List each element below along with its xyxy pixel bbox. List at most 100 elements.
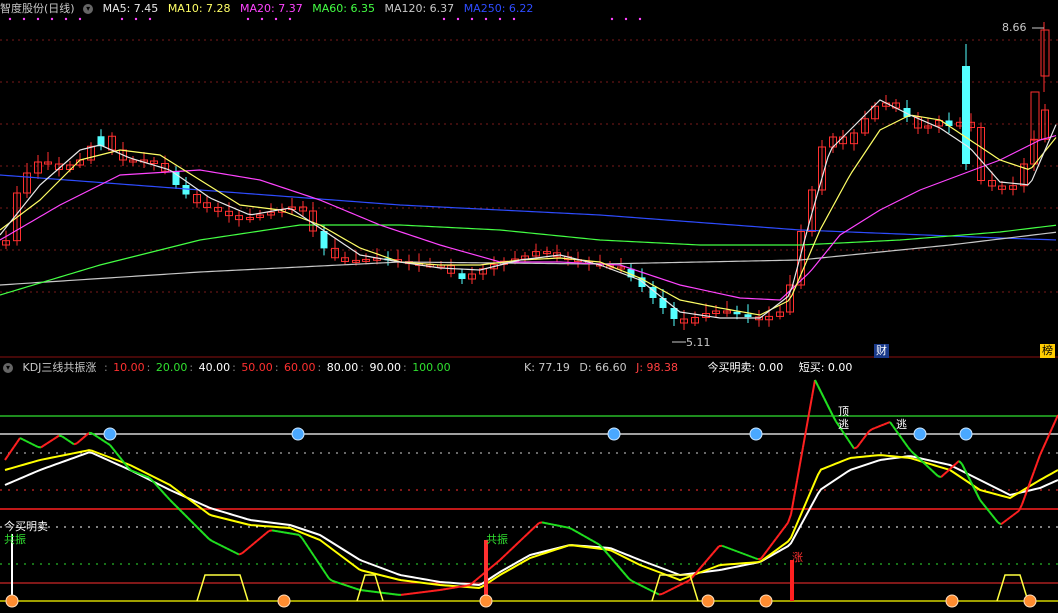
j-line (898, 434, 903, 440)
j-line (463, 584, 468, 587)
j-line (532, 525, 537, 530)
j-line (604, 550, 609, 555)
j-line (169, 499, 174, 504)
signal-dot (498, 17, 502, 21)
j-line (16, 437, 21, 443)
blue-signal-ball (291, 427, 305, 441)
j-line (844, 434, 849, 441)
escape-label-2: 逃 (896, 418, 907, 431)
j-line (289, 532, 294, 535)
j-line (493, 561, 498, 566)
j-line (697, 566, 702, 572)
rise-label: 涨 (792, 551, 803, 564)
collapse-icon[interactable]: ▾ (83, 4, 94, 14)
j-line (700, 563, 705, 568)
blue-signal-ball (607, 427, 621, 441)
j-line (331, 579, 336, 583)
signal-dot (512, 17, 516, 21)
j-line (871, 427, 876, 431)
j-line (1033, 462, 1038, 472)
j-line (256, 537, 261, 542)
j-line (94, 434, 99, 439)
j-line (667, 588, 672, 592)
chart-canvas[interactable] (0, 0, 1058, 613)
orange-signal-ball (5, 594, 19, 608)
j-line (1030, 471, 1035, 481)
j-line (499, 556, 504, 561)
j-line (673, 585, 678, 589)
buy-sell-value: 今买明卖: 0.00 (707, 361, 784, 374)
j-line (52, 436, 57, 441)
j-line (211, 540, 216, 544)
j-line (253, 540, 258, 545)
j-line (268, 529, 273, 532)
j-line (889, 421, 894, 427)
j-line (703, 559, 708, 565)
j-line (883, 422, 888, 426)
j-line (448, 587, 453, 590)
j-line (232, 550, 237, 554)
j-line (283, 531, 288, 534)
kdj-title[interactable]: KDJ三线共振涨 (23, 361, 97, 374)
j-line (751, 556, 756, 560)
j-line (961, 463, 966, 471)
j-line (784, 522, 789, 528)
j-line (235, 552, 240, 556)
j-line (73, 442, 78, 446)
candle-body (945, 120, 953, 126)
j-line (4, 455, 9, 461)
ma20-line (0, 134, 1057, 301)
signal-dot (78, 17, 82, 21)
j-line (760, 554, 765, 560)
j-line (205, 535, 210, 540)
j-line (286, 531, 291, 535)
j-line (307, 546, 312, 553)
rise-bar (790, 560, 794, 601)
j-line (709, 552, 714, 558)
j-line (82, 434, 87, 439)
j-line (610, 557, 615, 562)
orange-signal-ball (759, 594, 773, 608)
j-line (817, 385, 822, 393)
j-line (112, 448, 117, 454)
stock-title[interactable]: 智度股份(日线) (0, 2, 75, 15)
j-line (853, 446, 858, 450)
signal-dot (260, 17, 264, 21)
collapse-icon[interactable]: ▾ (3, 363, 13, 373)
j-line (607, 553, 612, 559)
j-line (487, 566, 492, 571)
j-line (808, 396, 813, 414)
j-line (187, 517, 192, 522)
j-line (541, 521, 546, 524)
price-low-label: 5.11 (686, 336, 711, 349)
j-line (64, 437, 69, 442)
candle-body (320, 231, 328, 249)
j-line (748, 554, 753, 558)
j-line (271, 529, 276, 532)
j-line (556, 524, 561, 527)
j-line (565, 526, 570, 529)
ranking-badge[interactable]: 榜 (1040, 344, 1055, 358)
j-line (796, 463, 801, 481)
j-line (28, 441, 33, 445)
j-line (502, 553, 507, 558)
j-line (562, 525, 567, 529)
j-line (220, 544, 225, 548)
j-line (136, 471, 141, 475)
j-line (301, 537, 306, 544)
ma10-line (0, 114, 1057, 316)
j-line (184, 514, 189, 519)
signal-dot (456, 17, 460, 21)
j-line (103, 440, 108, 444)
finance-badge[interactable]: 财 (874, 344, 889, 358)
j-line (106, 442, 111, 446)
candle-body (659, 298, 667, 308)
signal-trapezoid (996, 574, 1029, 602)
ma5-line (0, 99, 1057, 319)
signal-dot (64, 17, 68, 21)
ma5-label: MA5: 7.45 (102, 2, 159, 15)
candle-body (172, 171, 180, 185)
j-line (217, 543, 222, 547)
j-line (1045, 434, 1050, 443)
top-label: 顶 (838, 405, 849, 418)
